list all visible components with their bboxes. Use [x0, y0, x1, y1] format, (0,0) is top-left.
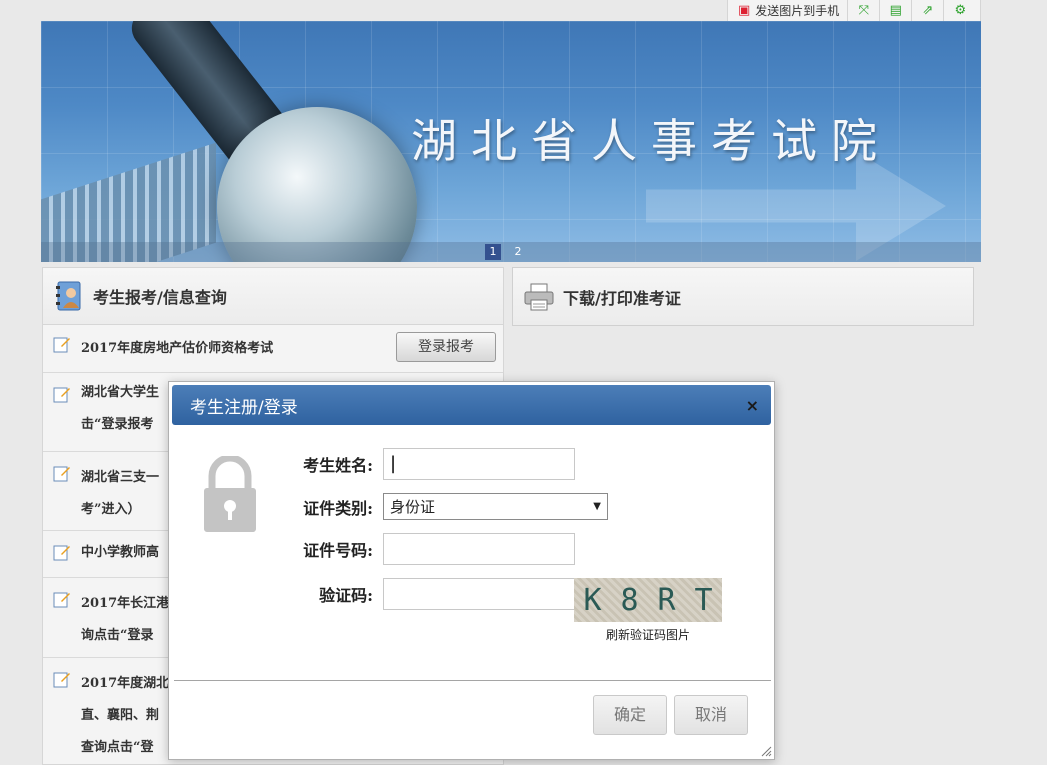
- captcha-label: 验证码:: [319, 586, 373, 605]
- admission-ticket-panel: 下载/打印准考证: [512, 267, 974, 326]
- cancel-button[interactable]: 取消: [674, 695, 748, 735]
- id-number-row: 证件号码:: [269, 533, 575, 565]
- expand-icon: ⤧: [858, 3, 870, 18]
- captcha-image[interactable]: K 8 R T: [574, 578, 722, 622]
- gear-icon: ⚙: [954, 3, 967, 18]
- dropdown-arrow-icon: ▼: [593, 501, 601, 512]
- settings-button[interactable]: ⚙: [944, 0, 976, 21]
- captcha-row: 验证码:: [269, 578, 575, 610]
- banner-pager: 1 2: [41, 242, 981, 262]
- edit-icon: [53, 387, 70, 403]
- login-register-button[interactable]: 登录报考: [396, 332, 496, 362]
- save-icon: ▤: [889, 3, 902, 18]
- id-type-row: 证件类别: 身份证 ▼: [269, 493, 608, 520]
- share-icon: ⇗: [922, 3, 934, 18]
- id-type-label: 证件类别:: [303, 498, 373, 518]
- dialog-title: 考生注册/登录: [190, 397, 298, 418]
- id-number-input[interactable]: [383, 533, 575, 565]
- banner-title: 湖北省人事考试院: [411, 114, 891, 168]
- edit-icon: [53, 672, 70, 688]
- name-label: 考生姓名:: [303, 456, 373, 475]
- exam-row: 2017年度房地产估价师资格考试 登录报考: [43, 325, 503, 373]
- name-row: 考生姓名:: [269, 448, 575, 480]
- edit-icon: [53, 466, 70, 482]
- panel-header: 考生报考/信息查询: [43, 268, 503, 325]
- name-input[interactable]: [383, 448, 575, 480]
- printer-icon: [524, 283, 554, 310]
- login-dialog: 考生注册/登录 × 考生姓名: 证件类别: 身份证 ▼ 证件号码: 验证码: K…: [168, 381, 775, 760]
- edit-icon: [53, 337, 70, 353]
- panel-title: 下载/打印准考证: [563, 288, 681, 308]
- save-button[interactable]: ▤: [880, 0, 913, 21]
- top-toolbar: ▣ 发送图片到手机 ⤧ ▤ ⇗ ⚙: [727, 0, 981, 21]
- fullscreen-button[interactable]: ⤧: [848, 0, 881, 21]
- id-number-label: 证件号码:: [303, 541, 373, 560]
- refresh-captcha-link[interactable]: 刷新验证码图片: [574, 626, 722, 643]
- send-to-phone-label: 发送图片到手机: [755, 4, 840, 18]
- id-type-select[interactable]: 身份证 ▼: [383, 493, 608, 520]
- banner-page-2[interactable]: 2: [510, 244, 526, 260]
- banner-page-1[interactable]: 1: [485, 244, 501, 260]
- confirm-button[interactable]: 确定: [593, 695, 667, 735]
- captcha-char: K: [583, 582, 602, 618]
- captcha-char: 8: [620, 582, 639, 618]
- captcha-char: R: [657, 582, 676, 618]
- panel-title: 考生报考/信息查询: [93, 288, 227, 307]
- resize-handle-icon[interactable]: [760, 745, 772, 757]
- share-button[interactable]: ⇗: [912, 0, 945, 21]
- lock-icon: [204, 456, 256, 532]
- edit-icon: [53, 545, 70, 561]
- edit-icon: [53, 592, 70, 608]
- contacts-book-icon: [56, 281, 81, 311]
- captcha-char: T: [694, 582, 713, 618]
- banner: 湖北省人事考试院 1 2: [41, 21, 981, 262]
- dialog-divider: [174, 680, 771, 681]
- close-icon[interactable]: ×: [746, 396, 759, 415]
- phone-icon: ▣: [738, 3, 751, 18]
- send-to-phone-button[interactable]: ▣ 发送图片到手机: [728, 0, 849, 21]
- dialog-header: 考生注册/登录 ×: [172, 385, 771, 425]
- id-type-value: 身份证: [390, 498, 436, 516]
- captcha-input[interactable]: [383, 578, 575, 610]
